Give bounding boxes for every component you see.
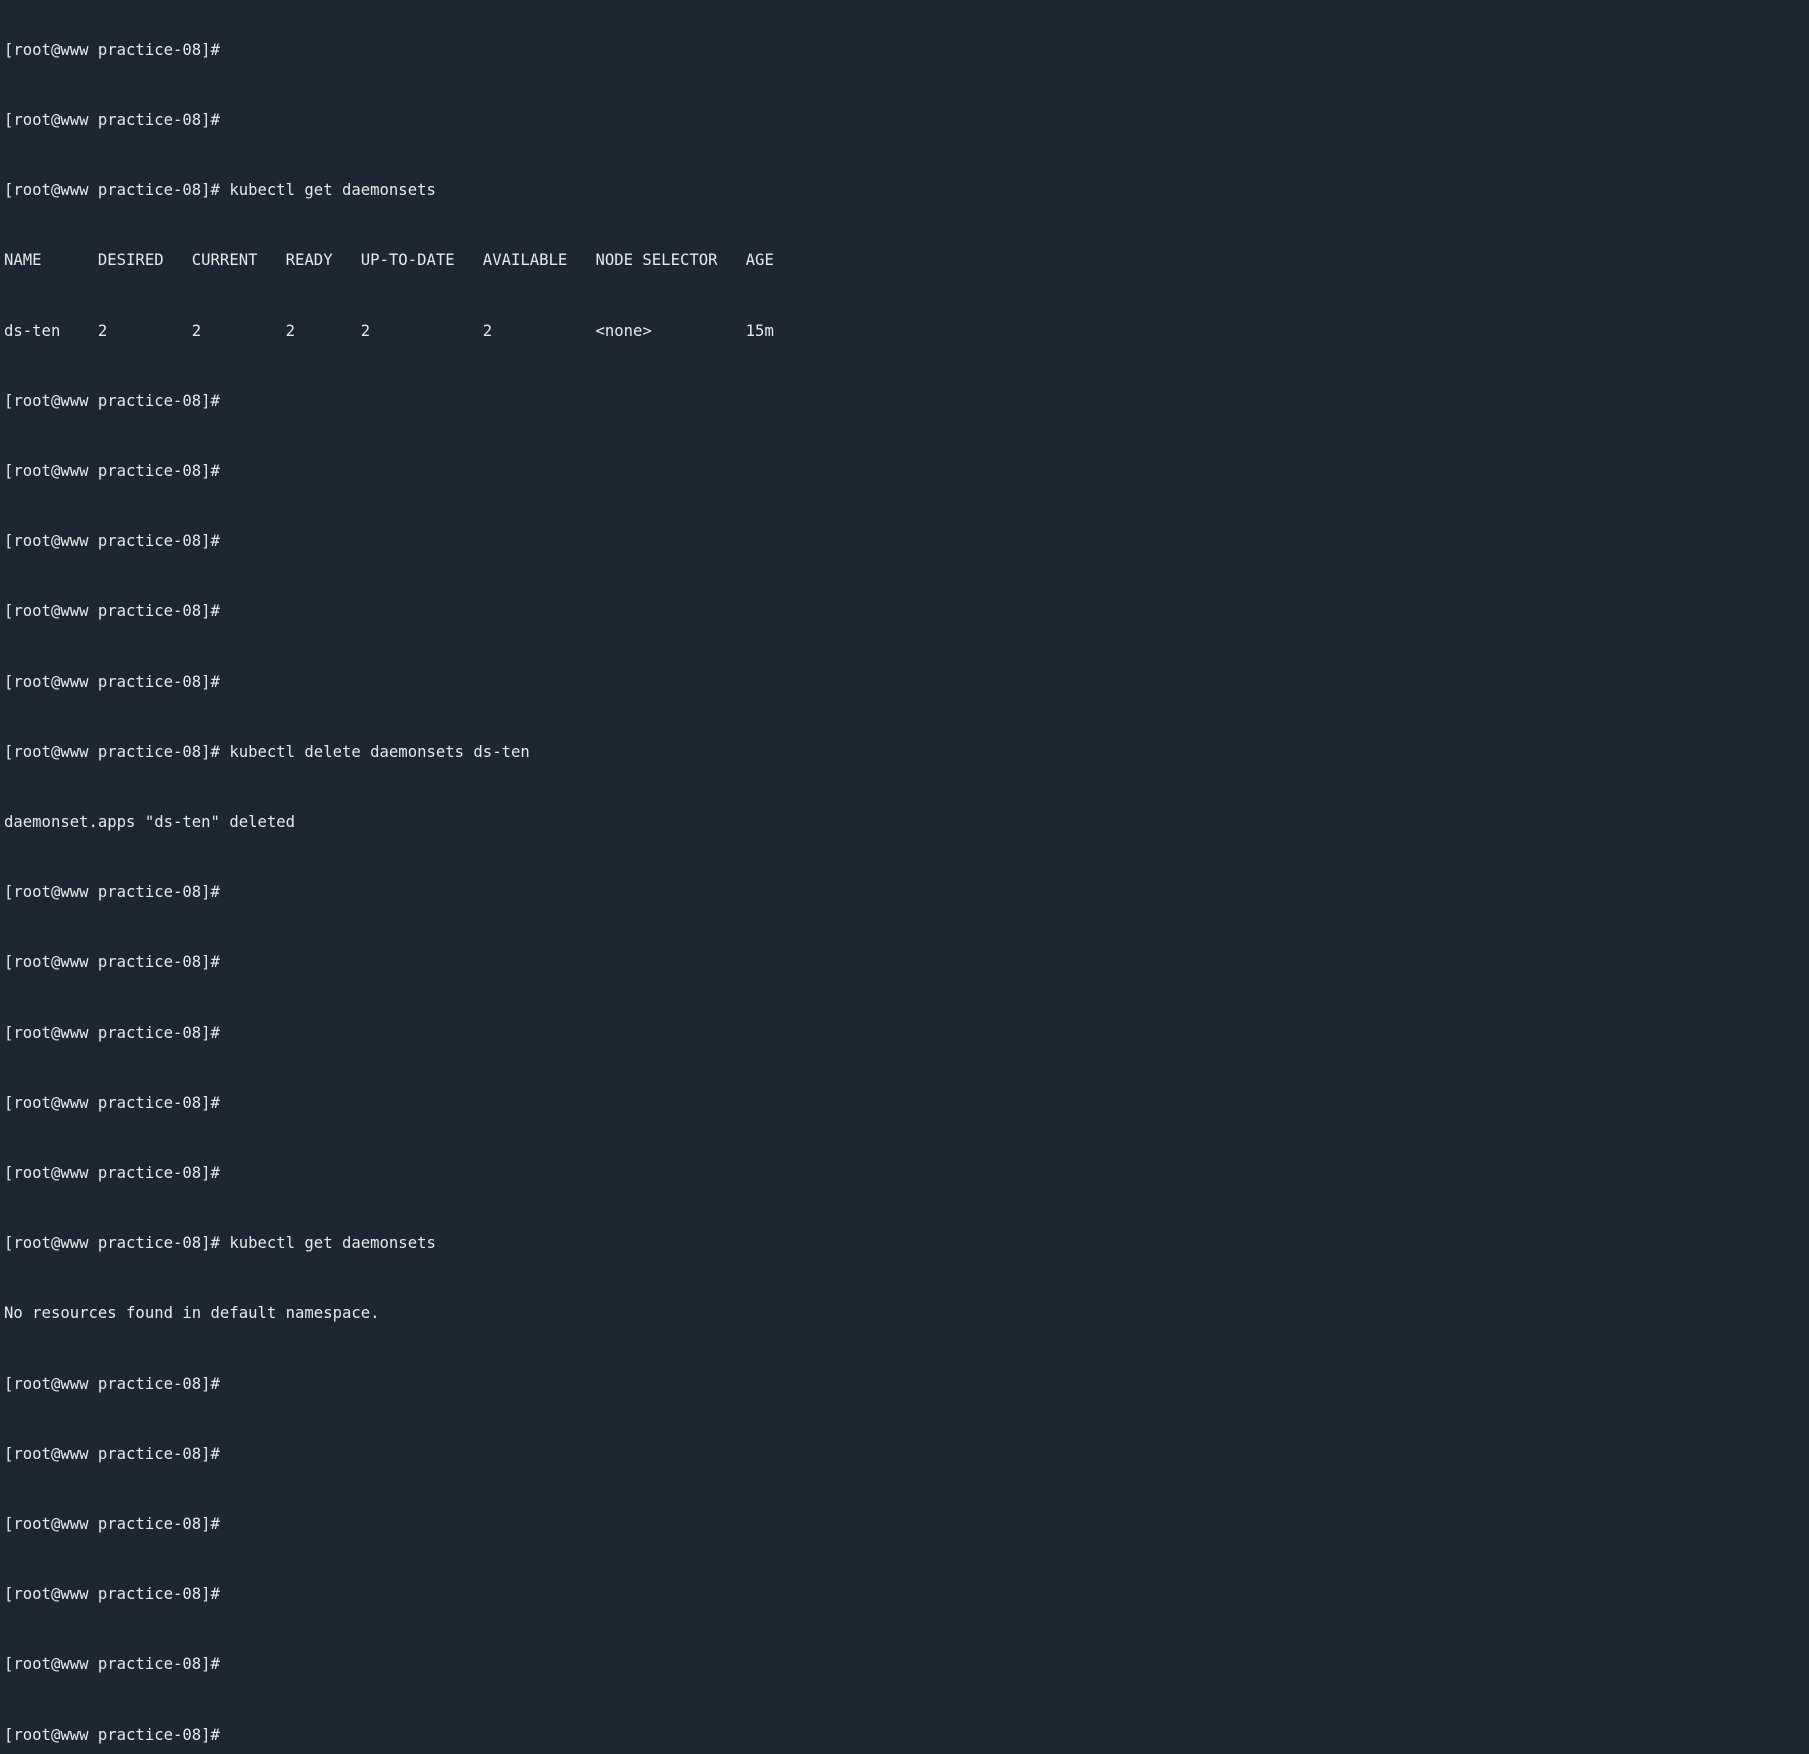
terminal-line-table-header: NAME DESIRED CURRENT READY UP-TO-DATE AV…	[4, 249, 1809, 272]
terminal-line: [root@www practice-08]#	[4, 390, 1809, 413]
terminal-line: [root@www practice-08]#	[4, 1373, 1809, 1396]
terminal-line-table-row: ds-ten 2 2 2 2 2 <none> 15m	[4, 320, 1809, 343]
terminal-window[interactable]: [root@www practice-08]# [root@www practi…	[0, 0, 1809, 877]
terminal-line-output: No resources found in default namespace.	[4, 1302, 1809, 1325]
terminal-line: [root@www practice-08]#	[4, 1443, 1809, 1466]
terminal-line: [root@www practice-08]#	[4, 951, 1809, 974]
terminal-screen[interactable]: [root@www practice-08]# [root@www practi…	[4, 0, 1809, 1754]
terminal-line-current-prompt[interactable]: [root@www practice-08]#	[4, 1724, 1809, 1747]
terminal-line: [root@www practice-08]#	[4, 671, 1809, 694]
terminal-line: [root@www practice-08]#	[4, 1653, 1809, 1676]
terminal-line: [root@www practice-08]#	[4, 39, 1809, 62]
terminal-line: [root@www practice-08]#	[4, 1583, 1809, 1606]
terminal-line: [root@www practice-08]#	[4, 109, 1809, 132]
terminal-line: [root@www practice-08]#	[4, 600, 1809, 623]
terminal-line: [root@www practice-08]#	[4, 460, 1809, 483]
terminal-line-command: [root@www practice-08]# kubectl get daem…	[4, 1232, 1809, 1255]
terminal-line-command: [root@www practice-08]# kubectl delete d…	[4, 741, 1809, 764]
terminal-line: [root@www practice-08]#	[4, 1513, 1809, 1536]
terminal-line: [root@www practice-08]#	[4, 1162, 1809, 1185]
terminal-line-command: [root@www practice-08]# kubectl get daem…	[4, 179, 1809, 202]
terminal-line: [root@www practice-08]#	[4, 1092, 1809, 1115]
terminal-line-output: daemonset.apps "ds-ten" deleted	[4, 811, 1809, 834]
terminal-line: [root@www practice-08]#	[4, 1022, 1809, 1045]
terminal-line: [root@www practice-08]#	[4, 881, 1809, 904]
terminal-line: [root@www practice-08]#	[4, 530, 1809, 553]
